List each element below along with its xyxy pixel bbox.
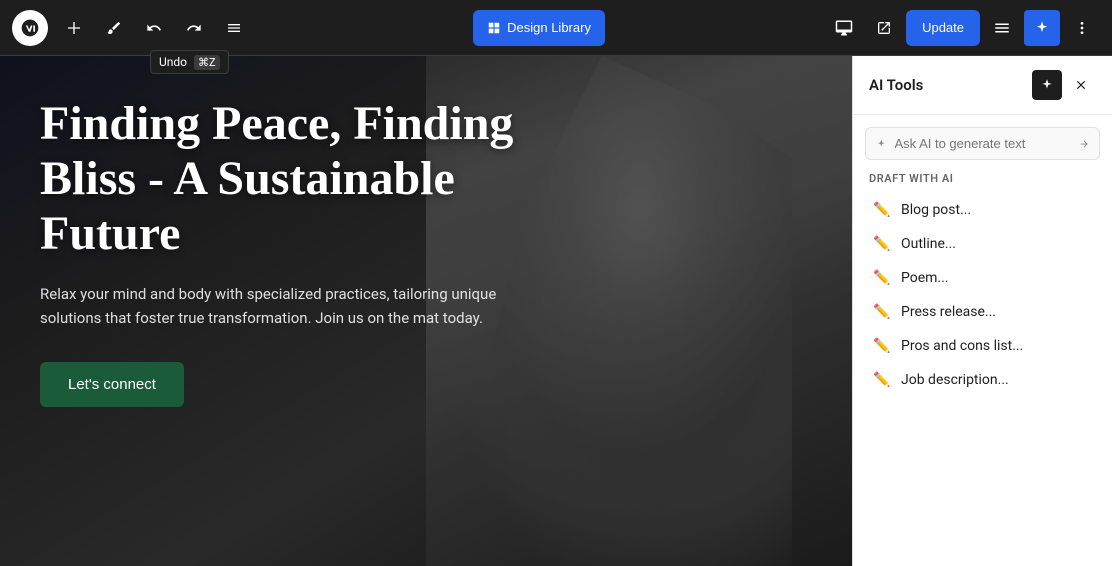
list-view-button[interactable] — [216, 10, 252, 46]
draft-item-blog-post[interactable]: ✏️ Blog post... — [869, 193, 1096, 227]
undo-tooltip: Undo ⌘Z — [150, 50, 229, 74]
main-area: Finding Peace, Finding Bliss - A Sustain… — [0, 56, 1112, 566]
ai-panel-close-button[interactable] — [1066, 70, 1096, 100]
toolbar-left — [12, 10, 252, 46]
toolbar: Design Library Undo ⌘Z Update — [0, 0, 1112, 56]
ai-text-input[interactable] — [895, 136, 1071, 151]
hero-content: Finding Peace, Finding Bliss - A Sustain… — [0, 56, 580, 447]
toolbar-right: Update — [826, 10, 1100, 46]
canvas: Finding Peace, Finding Bliss - A Sustain… — [0, 56, 852, 566]
pencil-icon-pros-cons: ✏️ — [873, 338, 891, 354]
draft-item-pros-cons[interactable]: ✏️ Pros and cons list... — [869, 329, 1096, 363]
draft-item-press-release[interactable]: ✏️ Press release... — [869, 295, 1096, 329]
redo-button[interactable] — [176, 10, 212, 46]
update-button[interactable]: Update — [906, 10, 980, 46]
toggle-sidebar-button[interactable] — [984, 10, 1020, 46]
tools-button[interactable] — [96, 10, 132, 46]
hero-cta-button[interactable]: Let's connect — [40, 362, 184, 407]
draft-item-job-description[interactable]: ✏️ Job description... — [869, 363, 1096, 397]
add-block-button[interactable] — [56, 10, 92, 46]
pencil-icon-press: ✏️ — [873, 304, 891, 320]
pencil-icon-outline: ✏️ — [873, 236, 891, 252]
design-library-button[interactable]: Design Library — [473, 10, 605, 46]
more-options-button[interactable] — [1064, 10, 1100, 46]
ai-panel: AI Tools DRAFT WITH AI ✏️ — [852, 56, 1112, 566]
draft-item-poem[interactable]: ✏️ Poem... — [869, 261, 1096, 295]
ai-panel-header-actions — [1032, 70, 1096, 100]
hero-title: Finding Peace, Finding Bliss - A Sustain… — [40, 96, 540, 262]
sparkle-icon — [876, 137, 887, 151]
external-link-button[interactable] — [866, 10, 902, 46]
toolbar-center: Design Library — [256, 10, 822, 46]
pencil-icon-job: ✏️ — [873, 372, 891, 388]
desktop-preview-button[interactable] — [826, 10, 862, 46]
pencil-icon-blog: ✏️ — [873, 202, 891, 218]
draft-section-label: DRAFT WITH AI — [869, 172, 1096, 185]
draft-section: DRAFT WITH AI ✏️ Blog post... ✏️ Outline… — [853, 172, 1112, 397]
ai-tools-toggle-button[interactable] — [1024, 10, 1060, 46]
ai-search-bar[interactable] — [865, 127, 1100, 160]
ai-panel-star-button[interactable] — [1032, 70, 1062, 100]
undo-button[interactable] — [136, 10, 172, 46]
draft-item-outline[interactable]: ✏️ Outline... — [869, 227, 1096, 261]
ai-panel-title: AI Tools — [869, 76, 923, 94]
draft-items-list: ✏️ Blog post... ✏️ Outline... ✏️ Poem...… — [869, 193, 1096, 397]
ai-panel-header: AI Tools — [853, 56, 1112, 115]
send-arrow-icon — [1079, 137, 1090, 151]
hero-subtitle: Relax your mind and body with specialize… — [40, 282, 520, 330]
pencil-icon-poem: ✏️ — [873, 270, 891, 286]
wp-logo-button[interactable] — [12, 10, 48, 46]
